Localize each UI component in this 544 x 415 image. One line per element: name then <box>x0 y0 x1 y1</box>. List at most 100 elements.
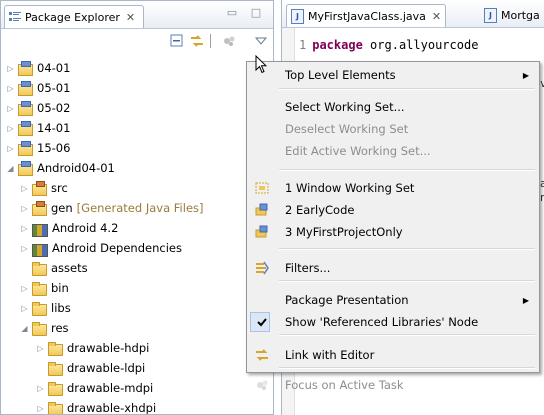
tree-item-label: drawable-mdpi <box>67 381 154 395</box>
menu-item-3-myfirstprojectonly[interactable]: 3 MyFirstProjectOnly <box>247 221 539 243</box>
close-icon[interactable]: ✕ <box>126 11 135 24</box>
link-with-editor-icon[interactable] <box>189 33 205 49</box>
tree-item-label: drawable-hdpi <box>67 341 150 355</box>
menu-item-filters[interactable]: Filters... <box>247 257 539 279</box>
tree-item-label: src <box>51 181 68 195</box>
folder-icon <box>32 262 47 276</box>
menu-item-package-presentation[interactable]: Package Presentation ▶ <box>247 289 539 311</box>
collapsed-twisty-icon[interactable]: ▷ <box>35 404 46 413</box>
tree-item[interactable]: ▷ 05-02 <box>5 98 70 118</box>
tree-item-label: libs <box>51 301 71 315</box>
collapsed-twisty-icon[interactable]: ▷ <box>5 84 16 93</box>
tab-myfirstjavaclass[interactable]: J MyFirstJavaClass.java ✕ <box>286 4 447 27</box>
tab-mortgage[interactable]: J Mortga <box>480 4 544 26</box>
collapsed-twisty-icon[interactable]: ▷ <box>5 124 16 133</box>
menu-item-2-earlycode[interactable]: 2 EarlyCode <box>247 199 539 221</box>
tree-item[interactable]: ▷ 04-01 <box>5 58 70 78</box>
tree-item[interactable]: ▷ gen [Generated Java Files] <box>19 198 204 218</box>
expanded-twisty-icon[interactable]: ◢ <box>19 324 30 333</box>
submenu-arrow-icon: ▶ <box>522 295 529 305</box>
tree-item-label: 15-06 <box>37 141 71 155</box>
collapsed-twisty-icon[interactable]: ▷ <box>35 384 46 393</box>
tree-item[interactable]: ▷ drawable-mdpi <box>35 378 153 398</box>
tree-item[interactable]: ▷ 05-01 <box>5 78 70 98</box>
collapsed-twisty-icon[interactable]: ▷ <box>5 104 16 113</box>
tree-item[interactable]: ▷ drawable-hdpi <box>35 338 149 358</box>
editor-tab-label: Mortga <box>501 8 540 22</box>
editor-tab-bar: J MyFirstJavaClass.java ✕ J Mortga <box>282 0 544 28</box>
tree-item[interactable]: drawable-ldpi <box>35 358 145 378</box>
check-icon <box>254 314 270 330</box>
collapsed-twisty-icon[interactable]: ▷ <box>19 204 30 213</box>
menu-separator <box>279 334 535 336</box>
menu-item-label: 2 EarlyCode <box>285 203 355 217</box>
collapsed-twisty-icon[interactable]: ▷ <box>19 184 30 193</box>
close-icon[interactable]: ✕ <box>432 10 441 23</box>
menu-separator <box>279 248 535 250</box>
submenu-arrow-icon: ▶ <box>522 70 529 80</box>
tree-item[interactable]: ◢ res <box>19 318 69 338</box>
collapsed-twisty-icon[interactable]: ▷ <box>19 284 30 293</box>
tree-item[interactable]: ▷ 15-06 <box>5 138 70 158</box>
menu-item-deselect-working-set: Deselect Working Set <box>247 118 539 140</box>
focus-task-icon[interactable] <box>221 33 237 49</box>
view-menu-chevron-down-icon[interactable] <box>253 33 269 49</box>
code-fragment: v <box>540 77 544 90</box>
minimize-button[interactable]: ▭ <box>225 6 239 20</box>
working-set-icon <box>254 224 270 240</box>
tree-item-label: 04-01 <box>37 61 71 75</box>
menu-item-link-with-editor[interactable]: Link with Editor <box>247 344 539 366</box>
library-icon <box>32 243 48 257</box>
collapse-all-icon[interactable] <box>169 33 185 49</box>
tree-item-label: 05-01 <box>37 81 71 95</box>
package-explorer-icon <box>9 11 21 23</box>
menu-separator <box>279 169 535 171</box>
menu-item-label: Focus on Active Task <box>285 378 404 392</box>
collapsed-twisty-icon[interactable]: ▷ <box>5 144 16 153</box>
tree-item-label: Android04-01 <box>37 161 115 175</box>
menu-item-label: Package Presentation <box>285 293 409 307</box>
code-line-1[interactable]: 1 package org.allyourcode <box>299 38 478 52</box>
menu-item-label: Filters... <box>285 261 331 275</box>
tree-item-label: Android Dependencies <box>52 241 182 255</box>
tree-item[interactable]: ▷ Android 4.2 <box>19 218 118 238</box>
tab-package-explorer[interactable]: Package Explorer ✕ <box>4 5 145 28</box>
java-file-icon: J <box>291 8 304 24</box>
collapsed-twisty-icon[interactable]: ▷ <box>19 244 30 253</box>
collapsed-twisty-icon[interactable]: ▷ <box>35 344 46 353</box>
maximize-button[interactable]: □ <box>249 6 263 20</box>
code-text: org.allyourcode <box>370 38 479 52</box>
tree-item[interactable]: ▷ 14-01 <box>5 118 70 138</box>
menu-item-top-level-elements[interactable]: Top Level Elements ▶ <box>247 64 539 86</box>
tree-item[interactable]: ▷ Android Dependencies <box>19 238 182 258</box>
folder-icon <box>48 382 63 396</box>
expanded-twisty-icon[interactable]: ◢ <box>5 164 16 173</box>
package-explorer-view: Package Explorer ✕ ▭ □ ▷ 04-01 ▷ 05-01 ▷ 05-0… <box>0 0 274 415</box>
collapsed-twisty-icon[interactable]: ▷ <box>5 64 16 73</box>
menu-item-select-working-set[interactable]: Select Working Set... <box>247 96 539 118</box>
collapsed-twisty-icon[interactable]: ▷ <box>19 224 30 233</box>
tree-item[interactable]: ▷ bin <box>19 278 69 298</box>
focus-task-icon <box>254 377 270 393</box>
menu-item-edit-active-working-set: Edit Active Working Set... <box>247 140 539 162</box>
tree-item-label: 05-02 <box>37 101 71 115</box>
menu-item-show-referenced-libraries-node[interactable]: Show 'Referenced Libraries' Node <box>247 311 539 333</box>
menu-item-label: 1 Window Working Set <box>285 181 415 195</box>
folder-icon <box>48 342 63 356</box>
tree-item[interactable]: ▷ libs <box>19 298 71 318</box>
menu-item-focus-on-active-task: Focus on Active Task <box>247 374 539 396</box>
source-folder-icon <box>32 201 47 216</box>
source-folder-icon <box>32 181 47 196</box>
tree-item[interactable]: assets <box>19 258 88 278</box>
collapsed-twisty-icon[interactable]: ▷ <box>19 304 30 313</box>
tree-item-label: assets <box>51 261 88 275</box>
project-icon <box>18 161 33 176</box>
tree-item[interactable]: ▷ drawable-xhdpi <box>35 398 156 414</box>
tree-item-decoration: [Generated Java Files] <box>76 201 204 215</box>
tree-item[interactable]: ▷ src <box>19 178 68 198</box>
menu-item-1-window-working-set[interactable]: 1 Window Working Set <box>247 177 539 199</box>
window-working-set-icon <box>254 180 270 196</box>
tree-item[interactable]: ◢ Android04-01 <box>5 158 115 178</box>
menu-item-label: Deselect Working Set <box>285 122 409 136</box>
menu-separator <box>279 367 535 369</box>
